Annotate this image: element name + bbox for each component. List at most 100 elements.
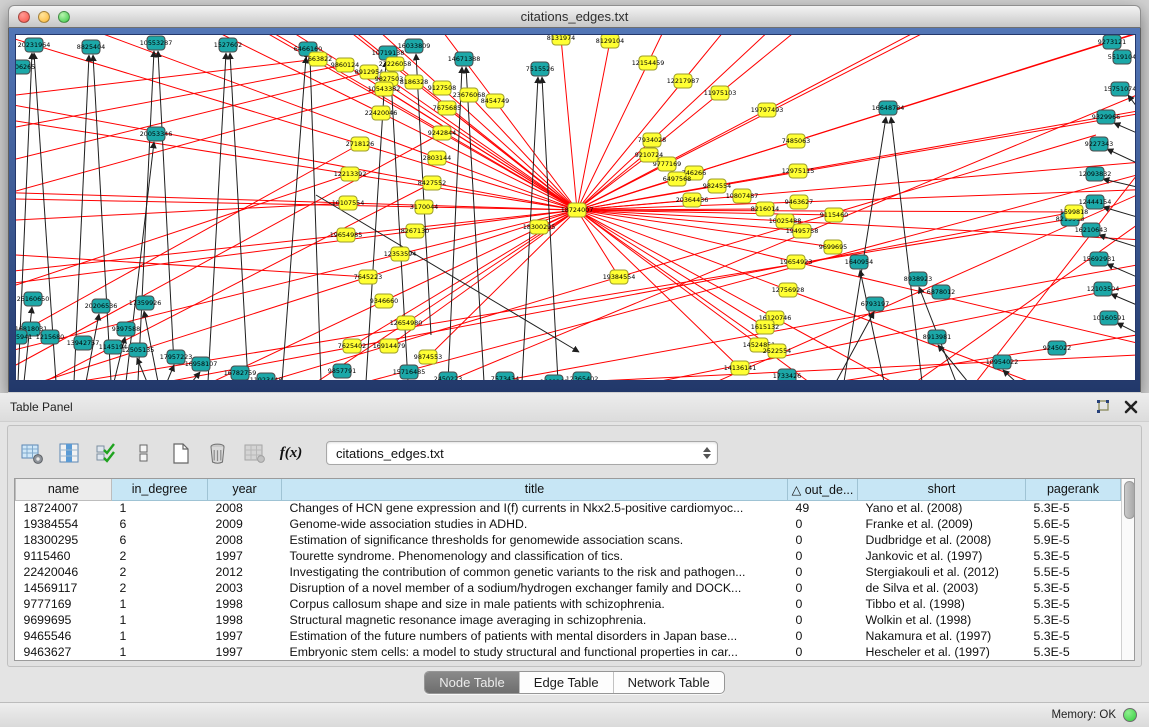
- close-panel-icon[interactable]: [1123, 399, 1139, 415]
- table-cell[interactable]: 2012: [208, 564, 282, 580]
- red-edge[interactable]: [667, 35, 1117, 164]
- red-edge[interactable]: [16, 35, 350, 174]
- table-cell[interactable]: 9115460: [16, 548, 112, 564]
- table-cell[interactable]: 0: [788, 564, 858, 580]
- column-header-in_degree[interactable]: in_degree: [112, 479, 208, 500]
- red-edge[interactable]: [496, 265, 1136, 381]
- table-row[interactable]: 2242004622012Investigating the contribut…: [16, 564, 1121, 580]
- black-edge[interactable]: [1117, 323, 1136, 333]
- red-edge[interactable]: [360, 144, 577, 210]
- red-edge[interactable]: [798, 35, 1136, 171]
- red-edge[interactable]: [76, 219, 1070, 381]
- black-edge[interactable]: [138, 51, 154, 381]
- table-cell[interactable]: 6: [112, 516, 208, 532]
- red-edge[interactable]: [16, 59, 318, 95]
- table-row[interactable]: 1456911722003Disruption of a novel membe…: [16, 580, 1121, 596]
- table-scrollbar[interactable]: [1121, 479, 1134, 660]
- table-cell[interactable]: 1: [112, 500, 208, 516]
- column-header-year[interactable]: year: [208, 479, 282, 500]
- red-edge[interactable]: [775, 318, 1136, 381]
- red-edge[interactable]: [577, 210, 796, 262]
- table-cell[interactable]: 18300295: [16, 532, 112, 548]
- table-cell[interactable]: 1997: [208, 644, 282, 660]
- red-edge[interactable]: [788, 290, 1136, 381]
- table-cell[interactable]: 49: [788, 500, 858, 516]
- table-cell[interactable]: Yano et al. (2008): [858, 500, 1026, 516]
- table-cell[interactable]: Tibbo et al. (1998): [858, 596, 1026, 612]
- citation-network-graph[interactable]: 2023196488254041055328716033809152760264…: [16, 35, 1136, 381]
- table-cell[interactable]: 1998: [208, 596, 282, 612]
- black-edge[interactable]: [1107, 149, 1136, 163]
- delete-table-icon[interactable]: [205, 441, 229, 465]
- table-cell[interactable]: 14569117: [16, 580, 112, 596]
- table-cell[interactable]: 1998: [208, 612, 282, 628]
- table-cell[interactable]: Tourette syndrome. Phenomenology and cla…: [282, 548, 788, 564]
- table-cell[interactable]: 1: [112, 612, 208, 628]
- black-edge[interactable]: [208, 53, 226, 381]
- black-edge[interactable]: [836, 312, 874, 381]
- black-edge[interactable]: [891, 117, 922, 381]
- black-edge[interactable]: [1099, 235, 1136, 247]
- table-cell[interactable]: 18724007: [16, 500, 112, 516]
- red-edge[interactable]: [799, 162, 1136, 202]
- red-edge[interactable]: [767, 35, 1136, 110]
- table-cell[interactable]: 5.3E-5: [1026, 500, 1121, 516]
- table-cell[interactable]: 2: [112, 564, 208, 580]
- table-row[interactable]: 946362711997Embryonic stem cells: a mode…: [16, 644, 1121, 660]
- red-edge[interactable]: [577, 41, 610, 210]
- table-cell[interactable]: 0: [788, 628, 858, 644]
- table-row[interactable]: 969969511998Structural magnetic resonanc…: [16, 612, 1121, 628]
- red-edge[interactable]: [16, 235, 346, 360]
- table-cell[interactable]: 2009: [208, 516, 282, 532]
- table-cell[interactable]: 2008: [208, 500, 282, 516]
- table-cell[interactable]: 0: [788, 516, 858, 532]
- black-edge[interactable]: [310, 57, 321, 381]
- table-cell[interactable]: Estimation of the future numbers of pati…: [282, 628, 788, 644]
- table-row[interactable]: 1938455462009Genome-wide association stu…: [16, 516, 1121, 532]
- table-cell[interactable]: Hescheler et al. (1997): [858, 644, 1026, 660]
- table-cell[interactable]: 5.3E-5: [1026, 596, 1121, 612]
- table-cell[interactable]: Corpus callosum shape and size in male p…: [282, 596, 788, 612]
- table-cell[interactable]: 2008: [208, 532, 282, 548]
- red-edge[interactable]: [16, 255, 368, 277]
- table-options-icon[interactable]: [20, 441, 44, 465]
- table-cell[interactable]: de Silva et al. (2003): [858, 580, 1026, 596]
- table-cell[interactable]: 0: [788, 612, 858, 628]
- column-header-short[interactable]: short: [858, 479, 1026, 500]
- import-table-icon[interactable]: [242, 441, 266, 465]
- table-row[interactable]: 946554611997Estimation of the future num…: [16, 628, 1121, 644]
- table-cell[interactable]: Dudbridge et al. (2008): [858, 532, 1026, 548]
- column-header-out_de[interactable]: △ out_de...: [788, 479, 858, 500]
- table-row[interactable]: 911546021997Tourette syndrome. Phenomeno…: [16, 548, 1121, 564]
- table-cell[interactable]: Wolkin et al. (1998): [858, 612, 1026, 628]
- table-cell[interactable]: 5.6E-5: [1026, 516, 1121, 532]
- table-cell[interactable]: 6: [112, 532, 208, 548]
- red-edge[interactable]: [683, 35, 1136, 81]
- table-cell[interactable]: 5.3E-5: [1026, 548, 1121, 564]
- black-edge[interactable]: [282, 57, 306, 381]
- table-cell[interactable]: Changes of HCN gene expression and I(f) …: [282, 500, 788, 516]
- window-titlebar[interactable]: citations_edges.txt: [8, 5, 1141, 28]
- table-cell[interactable]: 2: [112, 548, 208, 564]
- table-cell[interactable]: 9463627: [16, 644, 112, 660]
- red-edge[interactable]: [576, 355, 1136, 381]
- new-table-icon[interactable]: [168, 441, 192, 465]
- table-cell[interactable]: 1: [112, 596, 208, 612]
- column-header-name[interactable]: name: [16, 479, 112, 500]
- show-columns-icon[interactable]: [57, 441, 81, 465]
- column-header-title[interactable]: title: [282, 479, 788, 500]
- table-cell[interactable]: 2003: [208, 580, 282, 596]
- table-cell[interactable]: Disruption of a novel member of a sodium…: [282, 580, 788, 596]
- network-canvas[interactable]: 2023196488254041055328716033809152760264…: [15, 34, 1136, 381]
- table-cell[interactable]: 1: [112, 644, 208, 660]
- table-cell[interactable]: 5.5E-5: [1026, 564, 1121, 580]
- table-cell[interactable]: Embryonic stem cells: a model to study s…: [282, 644, 788, 660]
- tab-edge-table[interactable]: Edge Table: [519, 672, 613, 693]
- table-cell[interactable]: 1: [112, 628, 208, 644]
- red-edge[interactable]: [916, 225, 1136, 381]
- tab-network-table[interactable]: Network Table: [613, 672, 724, 693]
- table-cell[interactable]: 0: [788, 580, 858, 596]
- table-cell[interactable]: 2: [112, 580, 208, 596]
- column-header-pagerank[interactable]: pagerank: [1026, 479, 1121, 500]
- select-all-rows-icon[interactable]: [94, 441, 118, 465]
